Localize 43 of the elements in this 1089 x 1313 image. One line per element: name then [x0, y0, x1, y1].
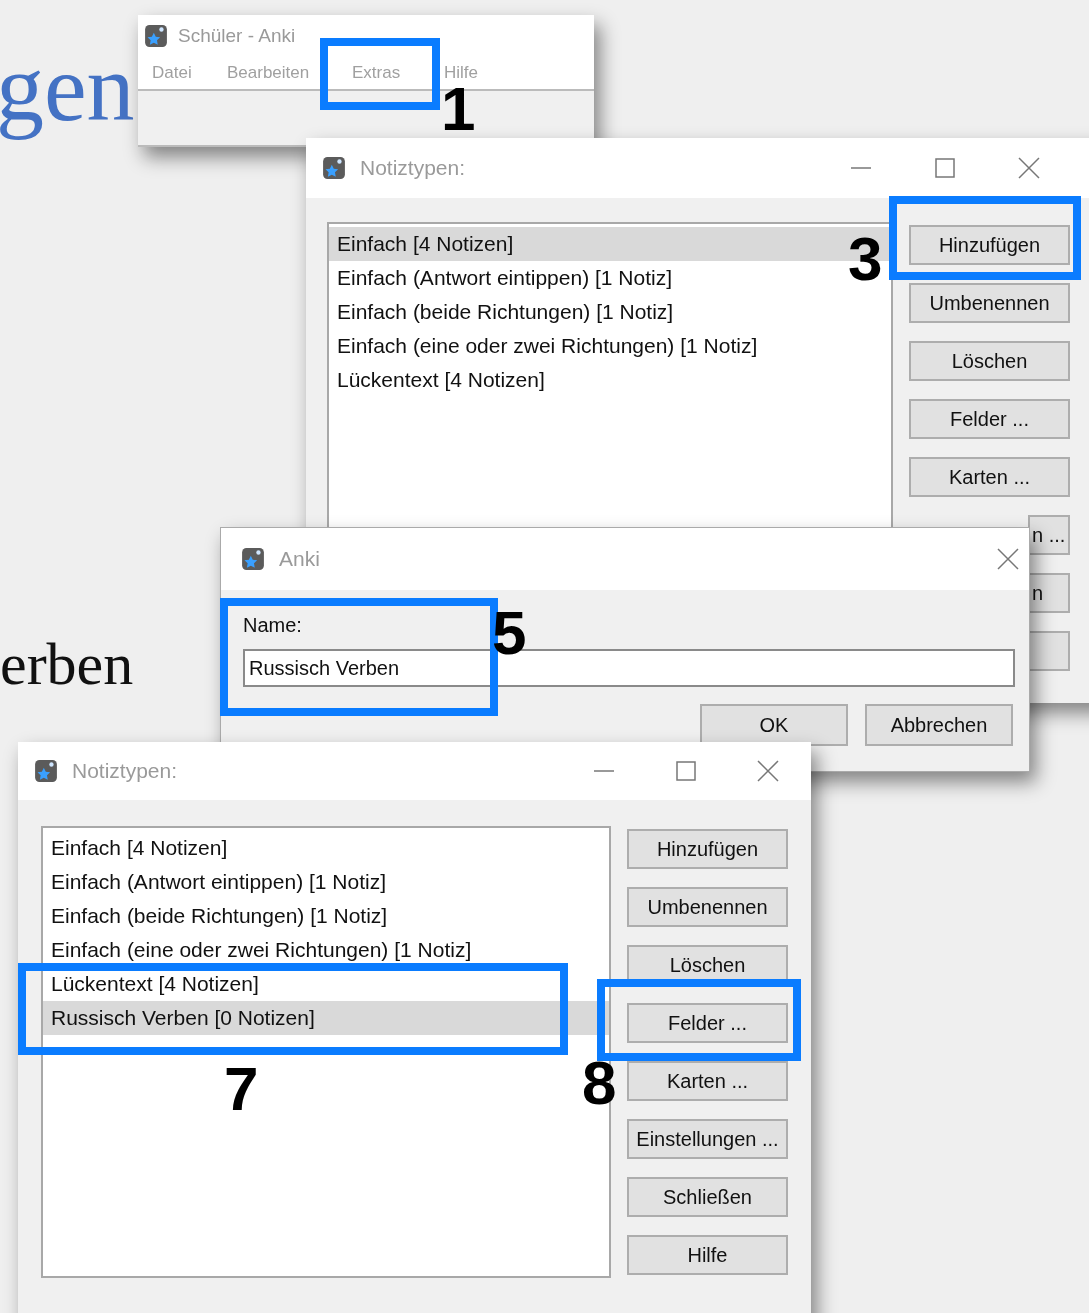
dialog-button[interactable]: Hinzufügen — [627, 829, 788, 869]
list-item[interactable]: Einfach (beide Richtungen) [1 Notiz] — [329, 295, 891, 329]
list-item[interactable]: Einfach (beide Richtungen) [1 Notiz] — [43, 899, 609, 933]
maximize-icon[interactable] — [675, 760, 697, 782]
slide-text-fragment: erben — [0, 630, 134, 699]
dialog-button[interactable]: Karten ... — [627, 1061, 788, 1101]
dialog-button[interactable]: OK — [700, 704, 848, 746]
window-title: Notiztypen: — [72, 759, 178, 783]
close-icon[interactable] — [997, 548, 1019, 570]
list-item[interactable]: Lückentext [4 Notizen] — [43, 967, 609, 1001]
dialog-button[interactable]: Karten ... — [909, 457, 1070, 497]
close-icon[interactable] — [757, 760, 779, 782]
app-icon — [144, 24, 168, 48]
list-item[interactable]: Einfach [4 Notizen] — [43, 831, 609, 865]
dialog-button[interactable]: n ... — [1028, 515, 1070, 555]
list-item[interactable]: Einfach (eine oder zwei Richtungen) [1 Notiz] — [43, 933, 609, 967]
window-title: Notiztypen: — [360, 156, 466, 180]
close-icon[interactable] — [1018, 157, 1040, 179]
field-label: Name: — [243, 614, 302, 637]
maximize-icon[interactable] — [934, 157, 956, 179]
list-item[interactable]: Russisch Verben [0 Notizen] — [43, 1001, 609, 1035]
dialog-button[interactable]: Einstellungen ... — [627, 1119, 788, 1159]
list-item[interactable]: Einfach (eine oder zwei Richtungen) [1 Notiz] — [329, 329, 891, 363]
dialog-button[interactable]: Abbrechen — [865, 704, 1013, 746]
step-number: 7 — [224, 1058, 259, 1120]
app-icon — [241, 547, 265, 571]
dialog-button[interactable]: Hinzufügen — [909, 225, 1070, 265]
dialog-button[interactable]: Löschen — [909, 341, 1070, 381]
window-title: Anki — [279, 547, 320, 571]
window-title: Schüler - Anki — [178, 25, 296, 47]
app-icon — [322, 156, 346, 180]
dialog-button[interactable]: Schließen — [627, 1177, 788, 1217]
dialog-button[interactable] — [1028, 631, 1070, 671]
dialog-button[interactable]: Felder ... — [909, 399, 1070, 439]
dialog-button[interactable]: Umbenennen — [627, 887, 788, 927]
list-item[interactable]: Einfach (Antwort eintippen) [1 Notiz] — [43, 865, 609, 899]
list-item[interactable]: Lückentext [4 Notizen] — [329, 363, 891, 397]
app-icon — [34, 759, 58, 783]
dialog-button[interactable]: Umbenennen — [909, 283, 1070, 323]
dialog-button[interactable]: Felder ... — [627, 1003, 788, 1043]
dialog-button[interactable]: Hilfe — [627, 1235, 788, 1275]
step-number: 8 — [582, 1052, 617, 1114]
dialog-button[interactable]: n — [1028, 573, 1070, 613]
